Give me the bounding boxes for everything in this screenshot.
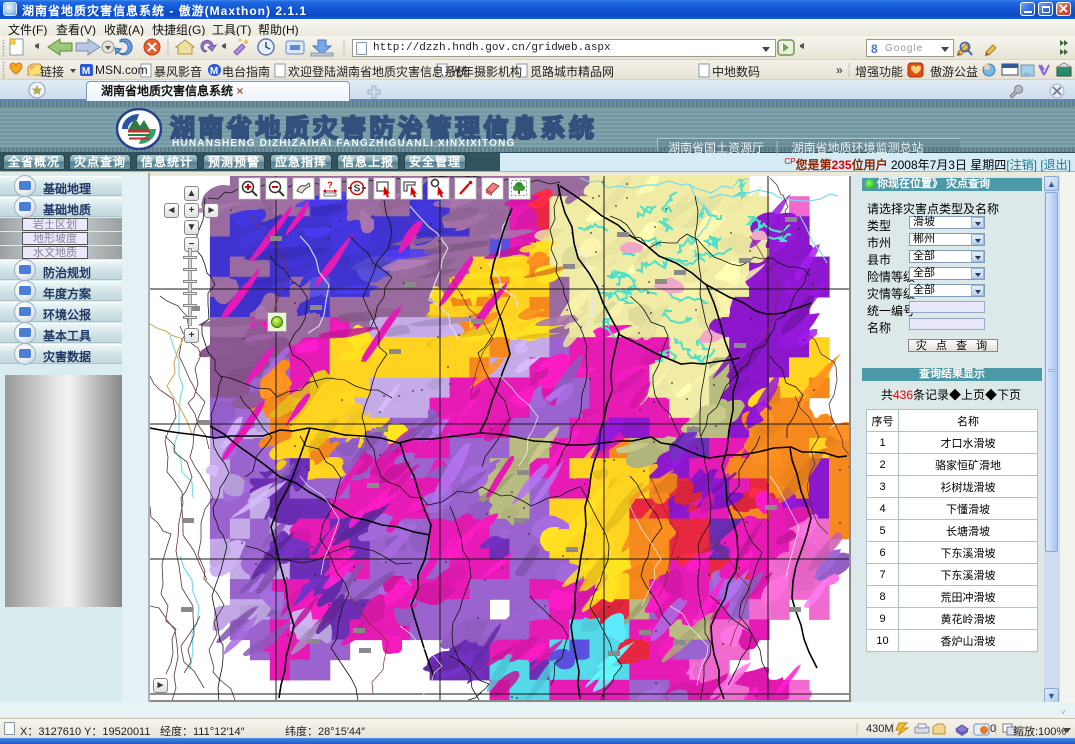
svg-text:M: M <box>210 66 218 77</box>
svg-text:S: S <box>354 184 361 195</box>
svg-text:M: M <box>82 66 90 77</box>
svg-text:?: ? <box>327 180 333 190</box>
